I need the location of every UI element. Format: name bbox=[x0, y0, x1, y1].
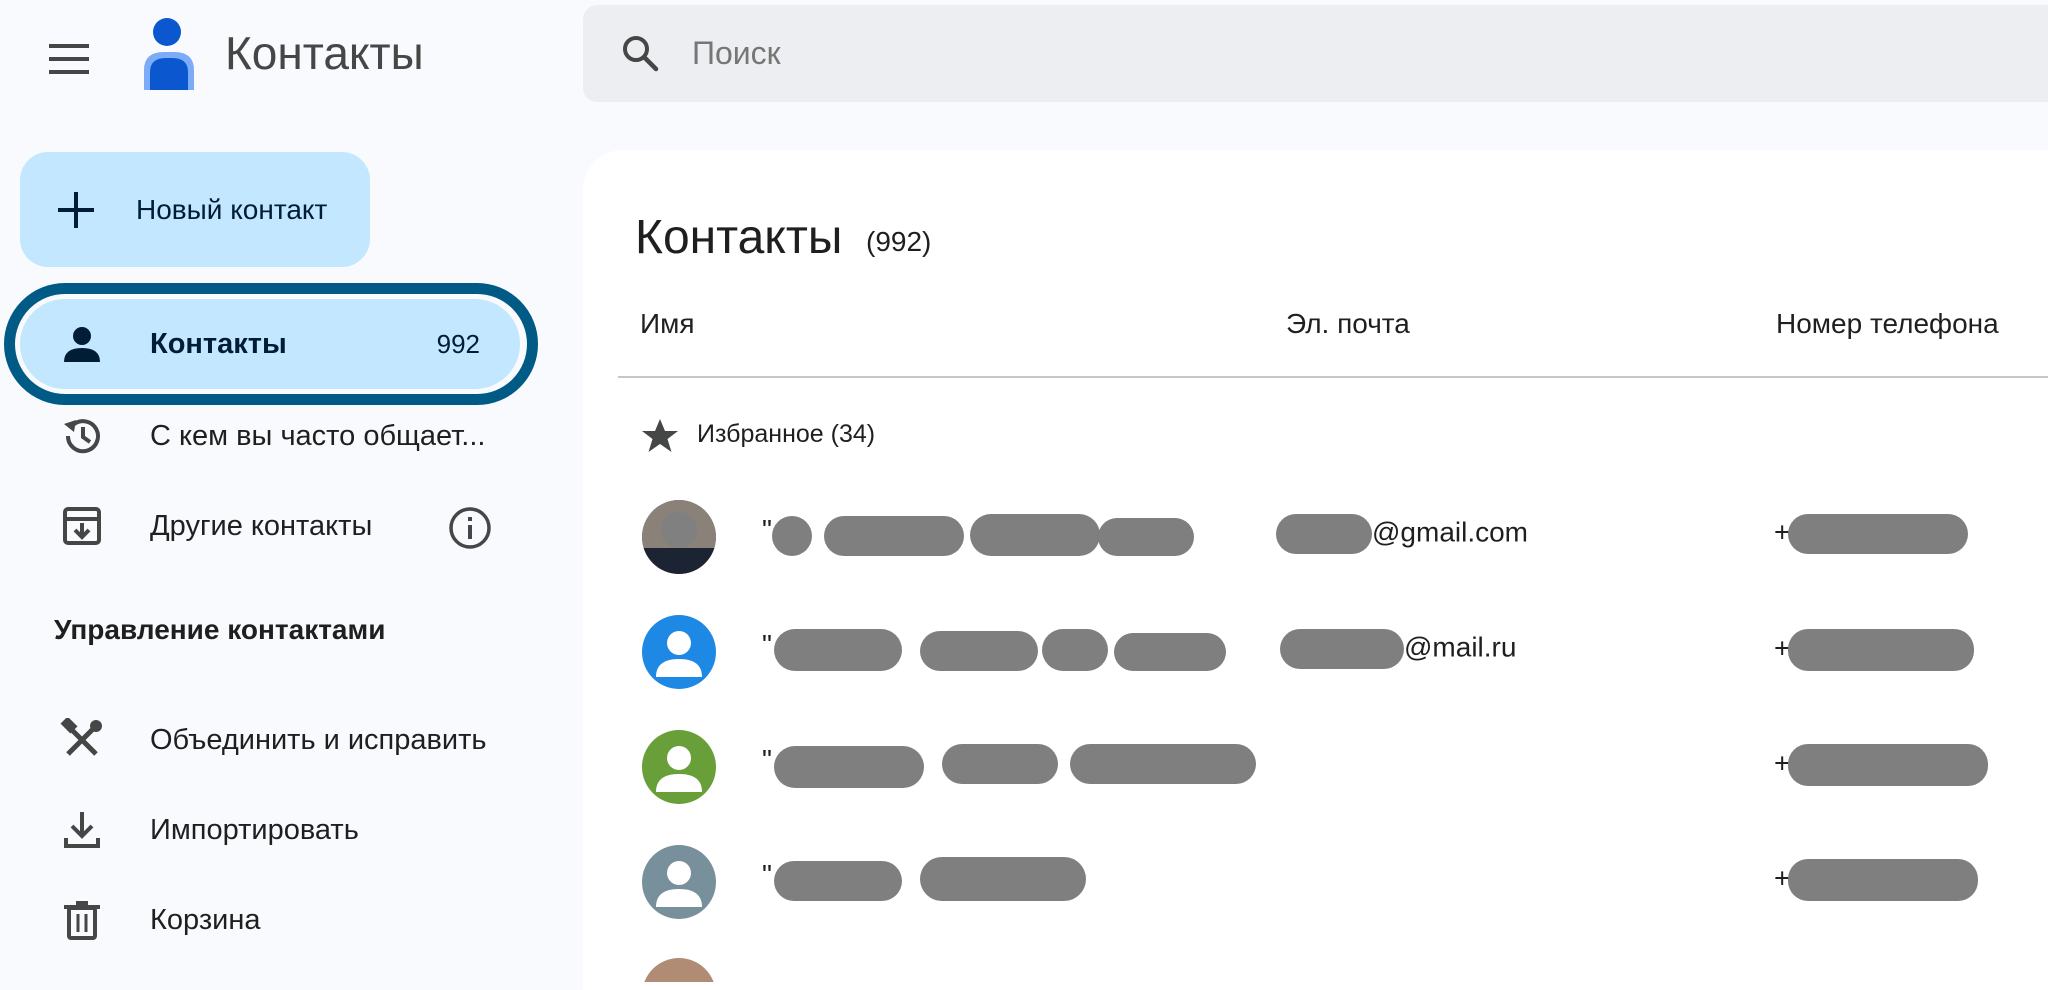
redacted-text bbox=[1788, 629, 1975, 671]
person-icon bbox=[60, 322, 104, 366]
sidebar-item-label: Корзина bbox=[150, 903, 261, 936]
contacts-logo-icon bbox=[138, 18, 200, 90]
table-row[interactable]: " + bbox=[618, 823, 2048, 935]
table-row[interactable]: " @mail.ru + bbox=[618, 593, 2048, 705]
merge-fix-icon bbox=[60, 718, 104, 762]
sidebar-item-label: Импортировать bbox=[150, 813, 359, 846]
sidebar-item-label: Объединить и исправить bbox=[150, 723, 487, 756]
sidebar-item-contacts[interactable]: Контакты 992 bbox=[20, 299, 520, 389]
contact-name: " bbox=[762, 859, 772, 890]
avatar bbox=[642, 615, 716, 689]
trash-icon bbox=[60, 898, 104, 942]
redacted-text bbox=[970, 514, 1100, 556]
favorites-label: Избранное (34) bbox=[697, 420, 876, 448]
avatar bbox=[642, 500, 716, 574]
hamburger-icon bbox=[49, 44, 89, 74]
redacted-text bbox=[774, 629, 902, 671]
contact-phone: + bbox=[1774, 744, 1989, 786]
redacted-text bbox=[1788, 514, 1969, 554]
new-contact-button[interactable]: Новый контакт bbox=[20, 152, 370, 267]
redacted-text bbox=[920, 857, 1086, 901]
contact-phone: + bbox=[1774, 514, 1969, 554]
redacted-text bbox=[1276, 514, 1372, 554]
star-icon bbox=[642, 419, 678, 452]
email-domain: @mail.ru bbox=[1404, 631, 1517, 663]
redacted-text bbox=[824, 516, 964, 556]
sidebar-item-trash[interactable]: Корзина bbox=[20, 875, 520, 965]
sidebar-item-frequent[interactable]: С кем вы часто общает... bbox=[20, 391, 520, 481]
header-divider bbox=[618, 376, 2048, 378]
page-count: (992) bbox=[866, 226, 932, 257]
redacted-text bbox=[774, 746, 924, 788]
info-icon[interactable] bbox=[444, 502, 496, 554]
sidebar-item-import[interactable]: Импортировать bbox=[20, 785, 520, 875]
sidebar-item-merge-fix[interactable]: Объединить и исправить bbox=[20, 695, 520, 785]
contact-phone: + bbox=[1774, 629, 1975, 671]
archive-download-icon bbox=[60, 504, 104, 548]
avatar bbox=[642, 845, 716, 919]
column-header-phone[interactable]: Номер телефона bbox=[1776, 308, 1999, 340]
history-icon bbox=[60, 414, 104, 458]
main-menu-button[interactable] bbox=[32, 22, 106, 96]
import-icon bbox=[60, 808, 104, 852]
column-header-email[interactable]: Эл. почта bbox=[1286, 308, 1410, 340]
sidebar-item-label: С кем вы часто общает... bbox=[150, 419, 486, 452]
redacted-text bbox=[1070, 744, 1256, 784]
avatar bbox=[642, 730, 716, 804]
contact-email: @mail.ru bbox=[1280, 629, 1516, 669]
page-title: Контакты bbox=[635, 211, 843, 264]
redacted-text bbox=[1114, 633, 1226, 671]
table-row[interactable]: " + bbox=[618, 708, 2048, 820]
avatar bbox=[642, 958, 716, 982]
new-contact-label: Новый контакт bbox=[136, 193, 328, 225]
redacted-text bbox=[1788, 859, 1979, 901]
redacted-text bbox=[1098, 518, 1194, 556]
redacted-text bbox=[1280, 629, 1404, 669]
search-input[interactable] bbox=[690, 20, 1994, 86]
redacted-text bbox=[774, 861, 902, 901]
contact-phone: + bbox=[1774, 859, 1979, 901]
contact-name: " bbox=[762, 744, 772, 775]
table-row[interactable]: " @gmail.com + bbox=[618, 478, 2048, 590]
redacted-text bbox=[1042, 629, 1108, 671]
sidebar-item-label: Контакты bbox=[150, 327, 287, 360]
sidebar-item-label: Другие контакты bbox=[150, 509, 373, 542]
manage-contacts-title: Управление контактами bbox=[54, 614, 386, 645]
contact-email: @gmail.com bbox=[1276, 514, 1528, 554]
app-title: Контакты bbox=[225, 27, 424, 79]
search-icon[interactable] bbox=[612, 25, 668, 81]
redacted-text bbox=[1788, 744, 1989, 786]
redacted-text bbox=[920, 631, 1038, 671]
plus-icon bbox=[58, 191, 94, 228]
contacts-count: 992 bbox=[436, 328, 480, 359]
redacted-text bbox=[772, 516, 812, 556]
contact-name: " bbox=[762, 514, 772, 545]
redacted-text bbox=[942, 744, 1058, 784]
column-header-name[interactable]: Имя bbox=[640, 308, 695, 340]
contact-name: " bbox=[762, 629, 772, 660]
email-domain: @gmail.com bbox=[1372, 516, 1529, 548]
